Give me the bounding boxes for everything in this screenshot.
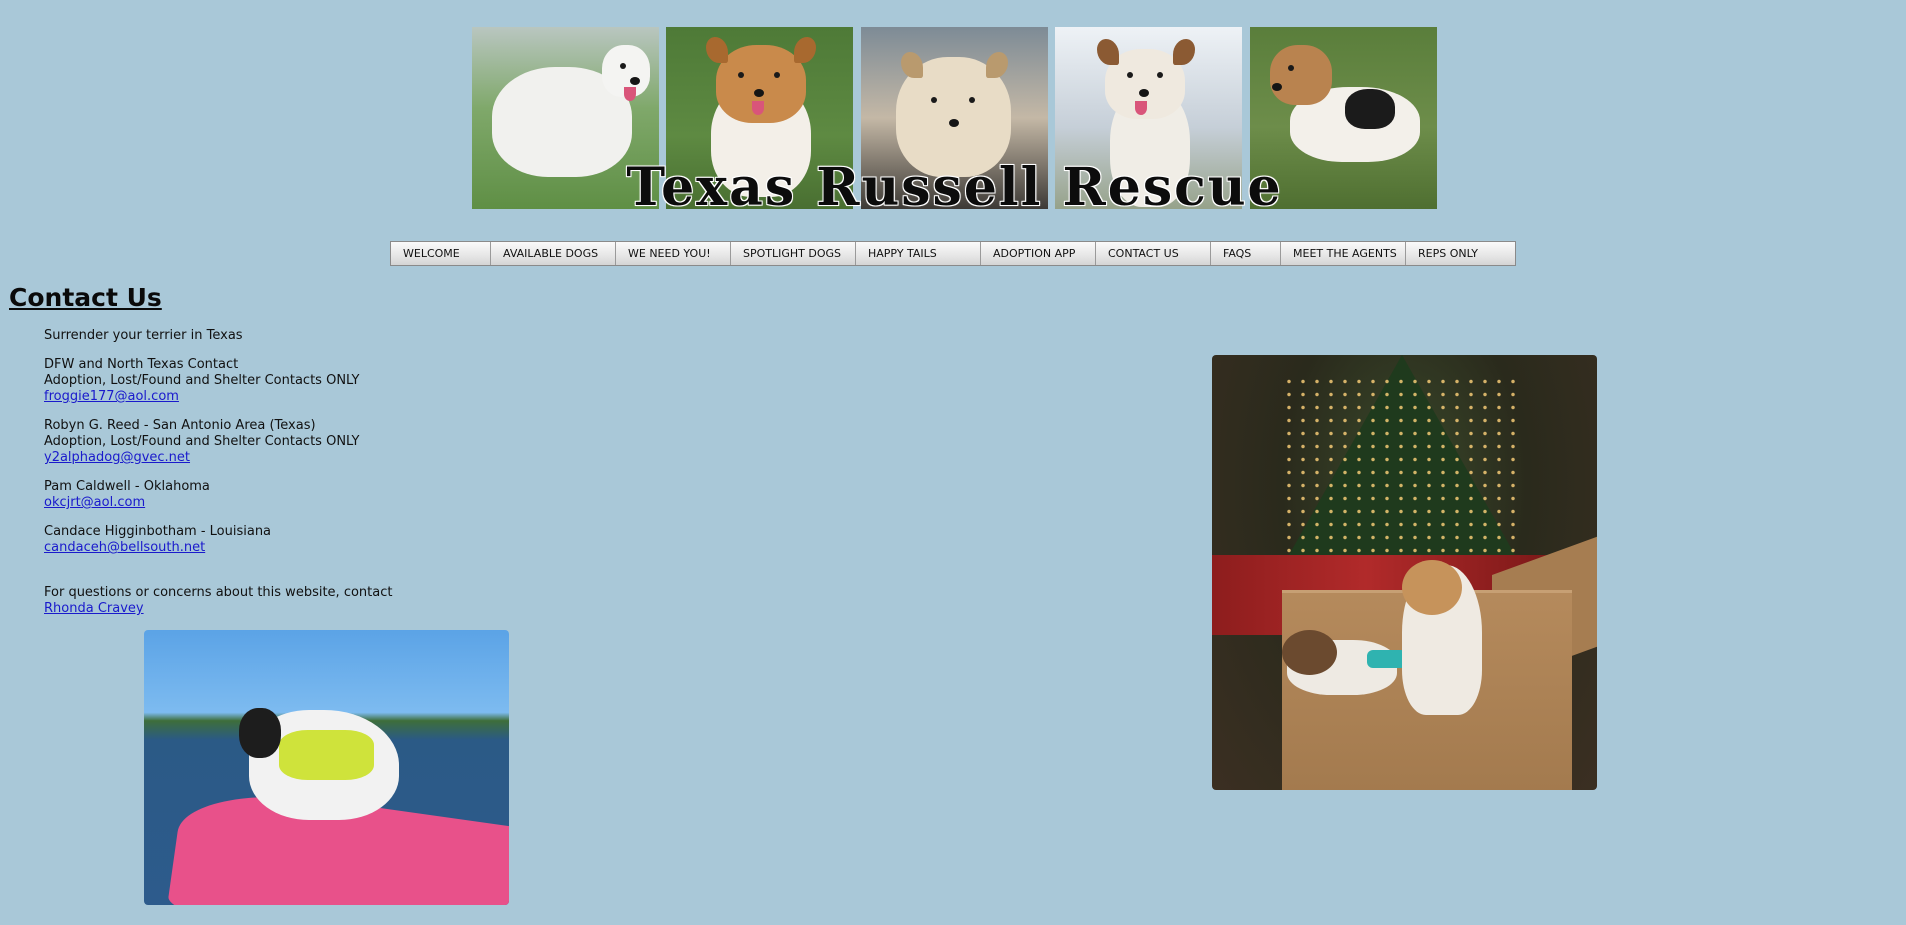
contact-block-dfw: DFW and North Texas Contact Adoption, Lo… [44, 357, 544, 405]
contact-email-link[interactable]: froggie177@aol.com [44, 389, 179, 404]
contact-scope: Adoption, Lost/Found and Shelter Contact… [44, 373, 360, 388]
website-contact-block: For questions or concerns about this web… [44, 585, 544, 617]
contact-region: Pam Caldwell - Oklahoma [44, 479, 210, 494]
website-contact-link[interactable]: Rhonda Cravey [44, 601, 144, 616]
box-dog-lying-head [1282, 630, 1337, 675]
contact-email-link[interactable]: okcjrt@aol.com [44, 495, 145, 510]
contact-region: Candace Higginbotham - Louisiana [44, 524, 272, 539]
main-nav: WELCOME AVAILABLE DOGS WE NEED YOU! SPOT… [390, 241, 1516, 266]
dog-collar [1367, 650, 1407, 668]
site-title: Texas Russell Rescue [626, 157, 1283, 218]
contact-block-san-antonio: Robyn G. Reed - San Antonio Area (Texas)… [44, 418, 544, 466]
website-note: For questions or concerns about this web… [44, 585, 393, 600]
nav-item-spotlight-dogs[interactable]: SPOTLIGHT DOGS [731, 242, 856, 265]
intro-text: Surrender your terrier in Texas [44, 328, 243, 343]
contact-scope: Adoption, Lost/Found and Shelter Contact… [44, 434, 360, 449]
nav-item-available-dogs[interactable]: AVAILABLE DOGS [491, 242, 616, 265]
contact-content: Surrender your terrier in Texas DFW and … [44, 328, 544, 630]
nav-item-welcome[interactable]: WELCOME [391, 242, 491, 265]
contact-block-louisiana: Candace Higginbotham - Louisiana candace… [44, 524, 544, 556]
contact-email-link[interactable]: candaceh@bellsouth.net [44, 540, 205, 555]
page-title: Contact Us [9, 283, 162, 312]
contact-region: Robyn G. Reed - San Antonio Area (Texas) [44, 418, 316, 433]
contact-email-link[interactable]: y2alphadog@gvec.net [44, 450, 190, 465]
photo-dogs-christmas-box [1212, 355, 1597, 790]
life-vest [279, 730, 374, 780]
contact-block-oklahoma: Pam Caldwell - Oklahoma okcjrt@aol.com [44, 479, 544, 511]
header-banner: Texas Russell Rescue [472, 27, 1437, 218]
box-dog-standing-head [1402, 560, 1462, 615]
contact-region: DFW and North Texas Contact [44, 357, 239, 372]
nav-item-happy-tails[interactable]: HAPPY TAILS [856, 242, 981, 265]
photo-dog-on-kayak [144, 630, 509, 905]
nav-item-contact-us[interactable]: CONTACT US [1096, 242, 1211, 265]
nav-item-adoption-app[interactable]: ADOPTION APP [981, 242, 1096, 265]
nav-item-we-need-you[interactable]: WE NEED YOU! [616, 242, 731, 265]
nav-item-meet-the-agents[interactable]: MEET THE AGENTS [1281, 242, 1406, 265]
tree-lights [1282, 375, 1522, 575]
kayak-dog-head [239, 708, 281, 758]
nav-item-reps-only[interactable]: REPS ONLY [1406, 242, 1515, 265]
nav-item-faqs[interactable]: FAQS [1211, 242, 1281, 265]
